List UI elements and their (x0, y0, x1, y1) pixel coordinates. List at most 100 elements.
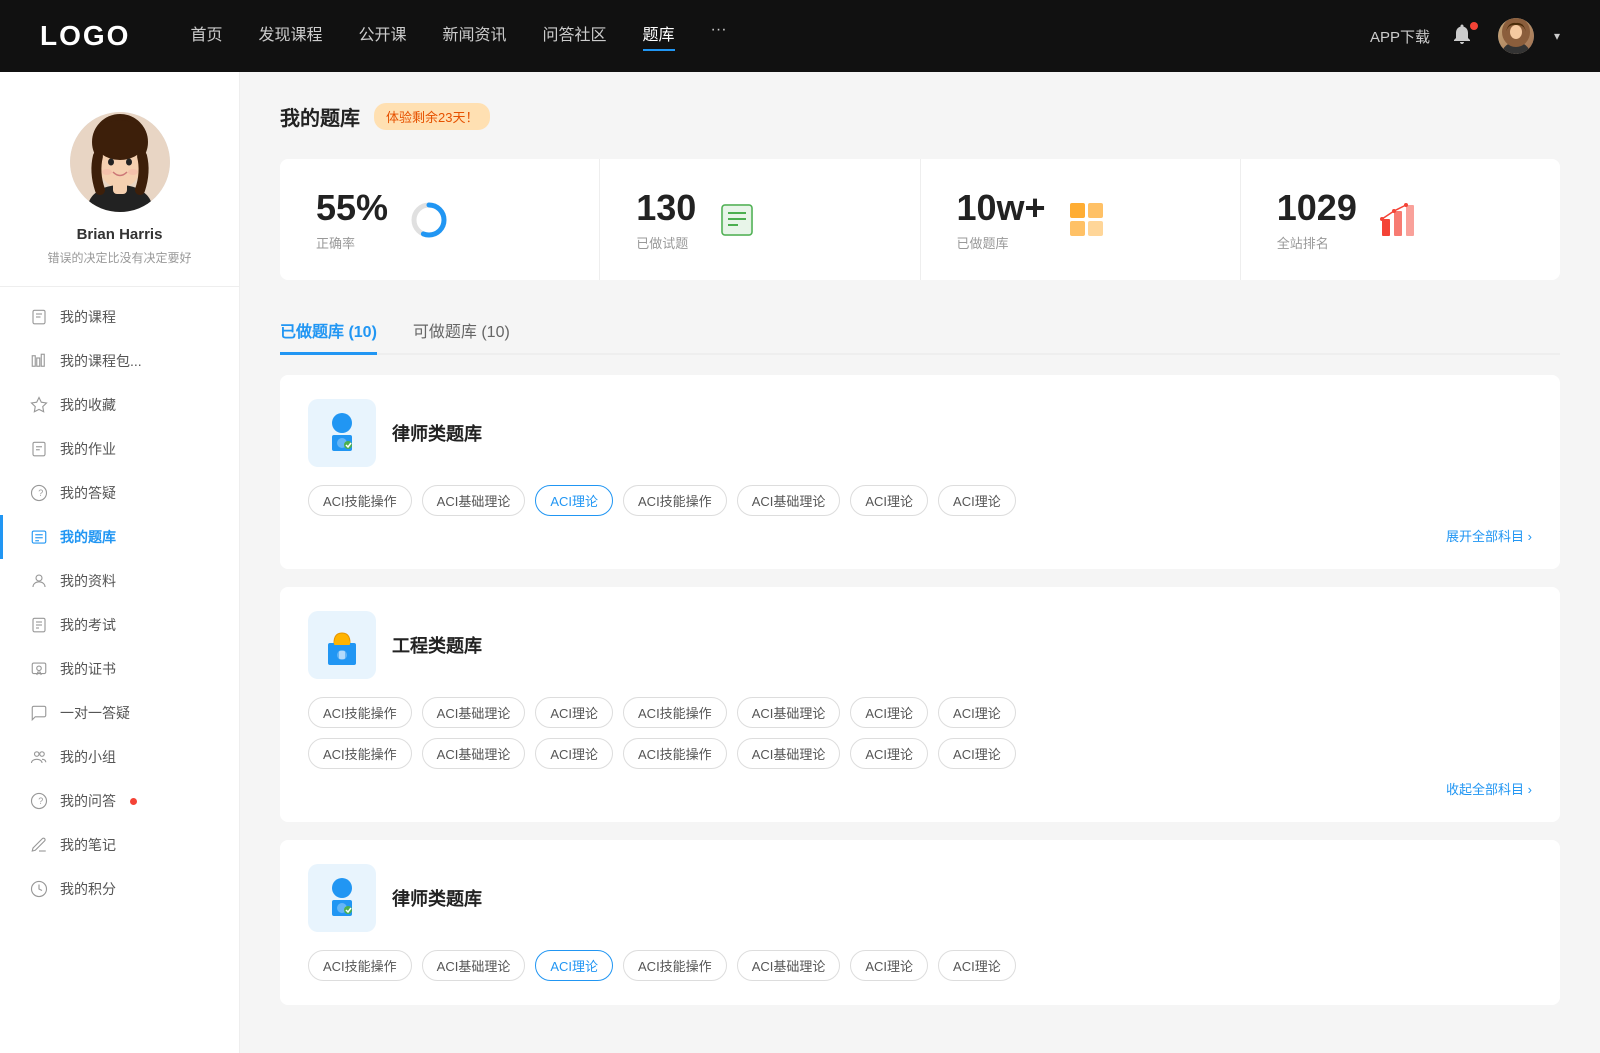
qbank-lawyer-2-icon-wrap (308, 864, 376, 932)
qbank-tags-lawyer-2: ACI技能操作 ACI基础理论 ACI理论 ACI技能操作 ACI基础理论 AC… (308, 950, 1532, 981)
nav-right: APP下载 ▾ (1370, 18, 1560, 54)
logo: LOGO (40, 20, 130, 52)
stat-site-rank-value: 1029 (1277, 187, 1357, 229)
stat-site-rank-value-block: 1029 全站排名 (1277, 187, 1357, 252)
sidebar-label-qa: 我的答疑 (60, 483, 116, 503)
app-download-link[interactable]: APP下载 (1370, 26, 1430, 47)
sidebar-label-certificate: 我的证书 (60, 659, 116, 679)
qbank-eng-tag-7[interactable]: ACI技能操作 (308, 738, 412, 769)
stat-done-questions-value: 130 (636, 187, 696, 229)
qbank-lawyer-1-icon-wrap (308, 399, 376, 467)
sidebar-item-my-qa[interactable]: ? 我的问答 (0, 779, 239, 823)
nav-more[interactable]: ··· (711, 21, 727, 51)
nav-home[interactable]: 首页 (190, 21, 222, 51)
grid-icon (1066, 199, 1108, 241)
qbank-eng-tag-10[interactable]: ACI技能操作 (623, 738, 727, 769)
qbank-eng-tag-4[interactable]: ACI基础理论 (737, 697, 841, 728)
sidebar-label-homework: 我的作业 (60, 439, 116, 459)
qbank-header-engineer: 工程类题库 (308, 611, 1532, 679)
sidebar-item-exam[interactable]: 我的考试 (0, 603, 239, 647)
qbank-tag-l2-1[interactable]: ACI基础理论 (422, 950, 526, 981)
qbank-tag-3[interactable]: ACI技能操作 (623, 485, 727, 516)
sidebar-label-my-qa: 我的问答 (60, 791, 116, 811)
sidebar-item-points[interactable]: 我的积分 (0, 867, 239, 911)
tab-done-banks[interactable]: 已做题库 (10) (280, 308, 377, 355)
qbank-eng-tag-11[interactable]: ACI基础理论 (737, 738, 841, 769)
nav-bank[interactable]: 题库 (643, 21, 675, 51)
qbank-tag-4[interactable]: ACI基础理论 (737, 485, 841, 516)
qbank-eng-tag-12[interactable]: ACI理论 (850, 738, 928, 769)
qbank-eng-tag-13[interactable]: ACI理论 (938, 738, 1016, 769)
notification-bell[interactable] (1450, 22, 1478, 50)
stat-site-rank-label: 全站排名 (1277, 233, 1357, 252)
qbank-tag-2[interactable]: ACI理论 (535, 485, 613, 516)
sidebar-label-profile: 我的资料 (60, 571, 116, 591)
qbank-expand-lawyer-1[interactable]: 展开全部科目 › (1446, 526, 1532, 545)
sidebar-label-exam: 我的考试 (60, 615, 116, 635)
nav-opencourse[interactable]: 公开课 (358, 21, 406, 51)
page-title: 我的题库 (280, 102, 360, 131)
qbank-title-lawyer-1: 律师类题库 (392, 420, 482, 446)
qbank-engineer-icon-wrap (308, 611, 376, 679)
qbank-card-lawyer-1: 律师类题库 ACI技能操作 ACI基础理论 ACI理论 ACI技能操作 ACI基… (280, 375, 1560, 569)
sidebar-label-group: 我的小组 (60, 747, 116, 767)
qbank-header-lawyer-2: 律师类题库 (308, 864, 1532, 932)
user-dropdown-arrow[interactable]: ▾ (1554, 29, 1560, 43)
sidebar-item-qa[interactable]: ? 我的答疑 (0, 471, 239, 515)
nav-qa[interactable]: 问答社区 (543, 21, 607, 51)
qbank-eng-tag-5[interactable]: ACI理论 (850, 697, 928, 728)
sidebar-item-my-courses[interactable]: 我的课程 (0, 295, 239, 339)
sidebar-menu: 我的课程 我的课程包... 我的收藏 我的作业 ? 我的答疑 我的题库 (0, 295, 239, 911)
notification-dot (1470, 22, 1478, 30)
qbank-eng-tag-8[interactable]: ACI基础理论 (422, 738, 526, 769)
sidebar-item-question-bank[interactable]: 我的题库 (0, 515, 239, 559)
sidebar-item-favorites[interactable]: 我的收藏 (0, 383, 239, 427)
sidebar-item-course-package[interactable]: 我的课程包... (0, 339, 239, 383)
qbank-eng-tag-0[interactable]: ACI技能操作 (308, 697, 412, 728)
main-layout: Brian Harris 错误的决定比没有决定要好 我的课程 我的课程包... … (0, 72, 1600, 1053)
sidebar-item-group[interactable]: 我的小组 (0, 735, 239, 779)
qbank-tags-engineer-row1: ACI技能操作 ACI基础理论 ACI理论 ACI技能操作 ACI基础理论 AC… (308, 697, 1532, 728)
sidebar-label-my-courses: 我的课程 (60, 307, 116, 327)
qbank-eng-tag-9[interactable]: ACI理论 (535, 738, 613, 769)
sidebar-item-certificate[interactable]: 我的证书 (0, 647, 239, 691)
stat-site-rank: 1029 全站排名 (1241, 159, 1560, 280)
qbank-tag-l2-4[interactable]: ACI基础理论 (737, 950, 841, 981)
sidebar-divider (0, 286, 239, 287)
qbank-tag-0[interactable]: ACI技能操作 (308, 485, 412, 516)
nav-news[interactable]: 新闻资讯 (443, 21, 507, 51)
stat-done-banks: 10w+ 已做题库 (921, 159, 1241, 280)
qbank-expand-engineer[interactable]: 收起全部科目 › (1446, 779, 1532, 798)
main-content: 我的题库 体验剩余23天！ 55% 正确率 130 已做试题 (240, 72, 1600, 1053)
qbank-header-lawyer-1: 律师类题库 (308, 399, 1532, 467)
qbank-title-engineer: 工程类题库 (392, 632, 482, 658)
qbank-tag-5[interactable]: ACI理论 (850, 485, 928, 516)
qbank-tag-l2-2[interactable]: ACI理论 (535, 950, 613, 981)
nav-links: 首页 发现课程 公开课 新闻资讯 问答社区 题库 ··· (190, 21, 1330, 51)
stat-correct-rate-value-block: 55% 正确率 (316, 187, 388, 252)
engineer-icon (318, 621, 366, 669)
qbank-tag-l2-0[interactable]: ACI技能操作 (308, 950, 412, 981)
qbank-tag-l2-3[interactable]: ACI技能操作 (623, 950, 727, 981)
stat-done-questions: 130 已做试题 (600, 159, 920, 280)
sidebar-item-profile[interactable]: 我的资料 (0, 559, 239, 603)
sidebar-item-notes[interactable]: 我的笔记 (0, 823, 239, 867)
stat-done-questions-label: 已做试题 (636, 233, 696, 252)
qbank-card-engineer: 工程类题库 ACI技能操作 ACI基础理论 ACI理论 ACI技能操作 ACI基… (280, 587, 1560, 822)
qbank-tag-l2-5[interactable]: ACI理论 (850, 950, 928, 981)
sidebar-item-homework[interactable]: 我的作业 (0, 427, 239, 471)
qbank-tag-6[interactable]: ACI理论 (938, 485, 1016, 516)
qbank-eng-tag-1[interactable]: ACI基础理论 (422, 697, 526, 728)
sidebar-item-one-on-one[interactable]: 一对一答疑 (0, 691, 239, 735)
qbank-eng-tag-6[interactable]: ACI理论 (938, 697, 1016, 728)
qbank-eng-tag-3[interactable]: ACI技能操作 (623, 697, 727, 728)
tab-available-banks[interactable]: 可做题库 (10) (413, 308, 510, 355)
qbank-tag-1[interactable]: ACI基础理论 (422, 485, 526, 516)
qbank-eng-tag-2[interactable]: ACI理论 (535, 697, 613, 728)
sidebar-user-motto: 错误的决定比没有决定要好 (47, 249, 191, 266)
sidebar-avatar (70, 112, 170, 212)
user-avatar[interactable] (1498, 18, 1534, 54)
stat-done-questions-value-block: 130 已做试题 (636, 187, 696, 252)
nav-discover[interactable]: 发现课程 (258, 21, 322, 51)
qbank-tag-l2-6[interactable]: ACI理论 (938, 950, 1016, 981)
